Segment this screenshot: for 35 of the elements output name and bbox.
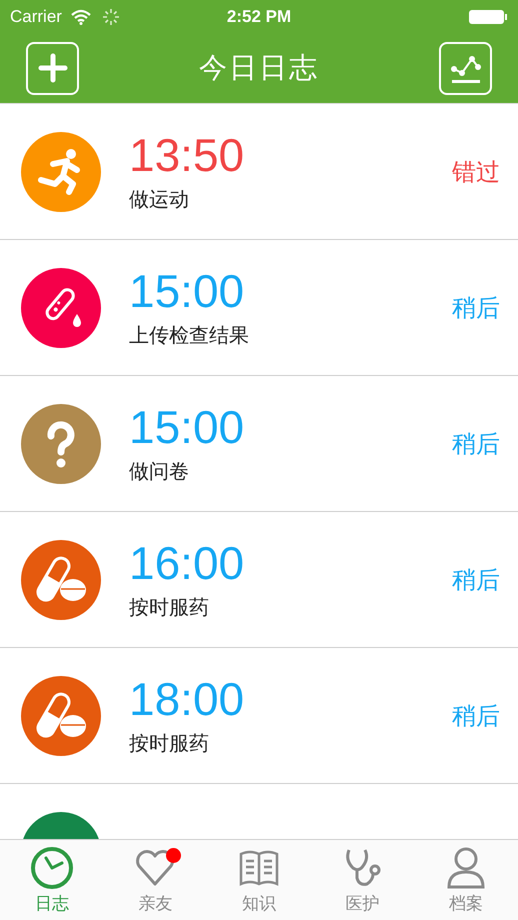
task-status-button[interactable]: 稍后 — [452, 700, 500, 732]
tab-item[interactable]: 医护 — [310, 840, 414, 920]
task-row[interactable]: 15:00 做问卷 稍后 — [0, 376, 518, 512]
page-title: 今日日志 — [199, 51, 319, 85]
wifi-icon — [70, 8, 92, 24]
chart-button[interactable] — [439, 42, 492, 94]
task-time: 13:50 — [129, 130, 246, 180]
task-label: 上传检查结果 — [129, 324, 250, 349]
task-status-button[interactable]: 稍后 — [452, 428, 500, 460]
task-time: 15:00 — [129, 402, 246, 452]
task-label: 按时服药 — [129, 732, 210, 757]
task-time: 16:00 — [129, 538, 246, 588]
task-row[interactable]: 16:00 按时服药 稍后 — [0, 512, 518, 648]
task-row[interactable]: 15:00 上传检查结果 稍后 — [0, 240, 518, 376]
carrier-name: Carrier — [10, 6, 62, 26]
plus-icon — [36, 52, 68, 84]
task-label: 做运动 — [129, 188, 190, 213]
task-row[interactable]: 18:00 按时服药 稍后 — [0, 648, 518, 784]
status-time: 2:52 PM — [226, 6, 292, 26]
task-row[interactable]: 13:50 做运动 错过 — [0, 104, 518, 240]
add-button[interactable] — [26, 42, 79, 94]
spinner-icon — [102, 8, 120, 26]
task-status-button[interactable]: 错过 — [452, 156, 500, 188]
tab-item[interactable]: 亲友 — [104, 840, 208, 920]
task-time: 18:00 — [129, 674, 246, 724]
tab-item[interactable]: 知识 — [207, 840, 311, 920]
task-label: 按时服药 — [129, 596, 210, 621]
battery-icon — [468, 8, 508, 26]
task-status-button[interactable]: 稍后 — [452, 292, 500, 324]
task-status-button[interactable]: 稍后 — [452, 564, 500, 596]
tab-item[interactable]: 日志 — [0, 840, 104, 920]
task-label: 做问卷 — [129, 460, 190, 485]
tab-item[interactable]: 档案 — [414, 840, 518, 920]
task-time: 15:00 — [129, 266, 246, 316]
clock-icon — [30, 846, 74, 890]
